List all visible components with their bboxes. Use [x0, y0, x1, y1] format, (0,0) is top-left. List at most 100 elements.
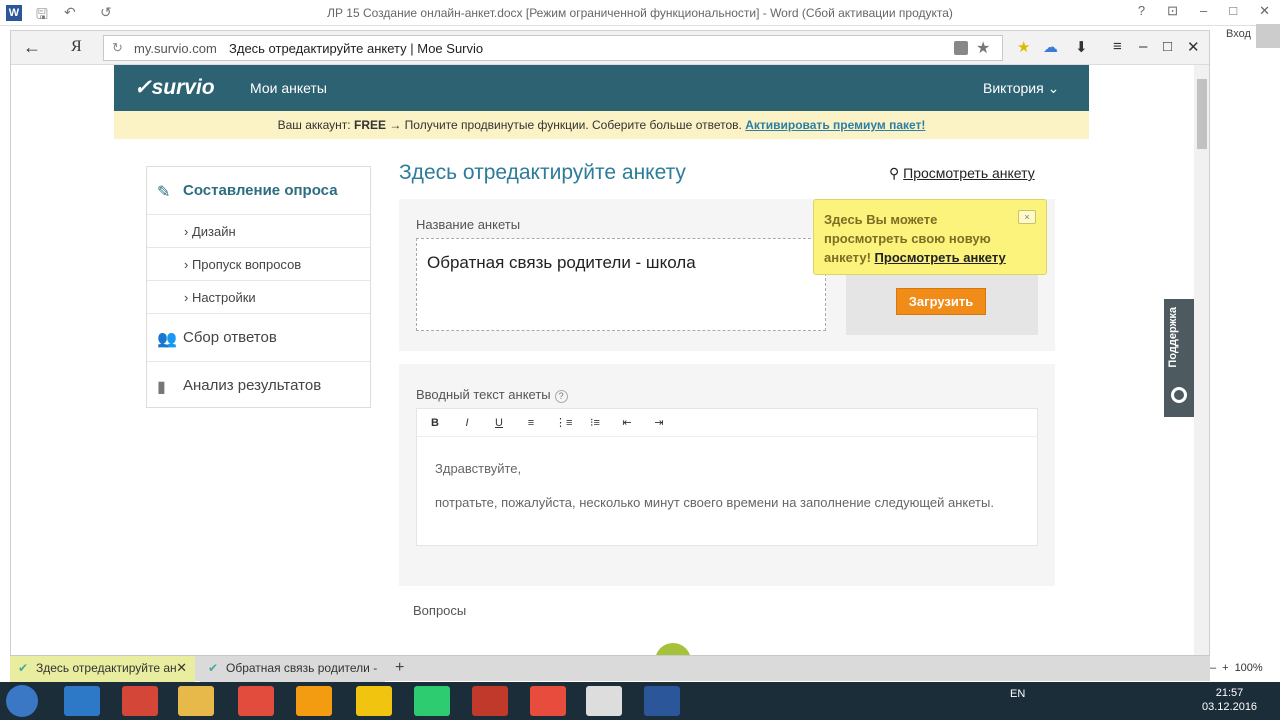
- bullet-list-icon[interactable]: ⋮≡: [555, 416, 572, 429]
- support-tab[interactable]: Поддержка: [1164, 299, 1194, 417]
- help-button[interactable]: ?: [1138, 3, 1145, 19]
- bookmark-star-icon[interactable]: ★: [976, 38, 990, 58]
- browser-navbar: ← Я ↻ my.survio.com Здесь отредактируйте…: [11, 31, 1209, 65]
- word-title: ЛР 15 Создание онлайн-анкет.docx [Режим …: [327, 6, 953, 20]
- scrollbar[interactable]: [1194, 65, 1209, 659]
- checkmark-icon: ✔: [18, 661, 29, 675]
- sidebar-item-analysis[interactable]: ▮ Анализ результатов: [147, 362, 370, 410]
- plan-badge: FREE: [353, 118, 386, 132]
- close-icon[interactable]: ×: [1018, 210, 1036, 224]
- sidebar-item-label: › Пропуск вопросов: [184, 257, 302, 272]
- word-titlebar: W 🖫 ↶ ↺ ЛР 15 Создание онлайн-анкет.docx…: [0, 0, 1280, 26]
- my-forms-link[interactable]: Мои анкеты: [250, 80, 327, 96]
- align-left-icon[interactable]: ≡: [523, 417, 539, 429]
- sidebar-item-design[interactable]: › Дизайн: [147, 215, 370, 248]
- sidebar-item-label: › Дизайн: [184, 224, 236, 239]
- italic-icon[interactable]: I: [459, 417, 475, 429]
- survio-logo[interactable]: ✓survio: [134, 75, 215, 100]
- address-bar[interactable]: ↻ my.survio.com Здесь отредактируйте анк…: [103, 35, 1003, 61]
- intro-section: Вводный текст анкеты? B I U ≡ ⋮≡ ⁝≡ ⇤ ⇥ …: [399, 364, 1055, 586]
- chrome-icon[interactable]: [122, 686, 158, 716]
- sidebar-item-label: Анализ результатов: [183, 377, 322, 394]
- tab-label: Здесь отредактируйте ан: [36, 661, 177, 675]
- yandex-icon[interactable]: Я: [71, 38, 82, 56]
- underline-icon[interactable]: U: [491, 417, 507, 429]
- zoom-in-button[interactable]: +: [1222, 662, 1228, 674]
- ribbon-button[interactable]: ⊡: [1167, 3, 1178, 19]
- yandex-icon[interactable]: [238, 686, 274, 716]
- bar-chart-icon: ▮: [157, 379, 166, 396]
- intro-label: Вводный текст анкеты?: [416, 387, 568, 403]
- browser-close[interactable]: ✕: [1187, 38, 1200, 56]
- avatar[interactable]: [1256, 24, 1280, 48]
- lock-icon[interactable]: [954, 41, 968, 55]
- word-taskbar-icon[interactable]: [644, 686, 680, 716]
- tab-label: Обратная связь родители -: [226, 661, 378, 675]
- banner-text: → Получите продвинутые функции. Соберите…: [389, 118, 742, 132]
- tooltip-preview-link[interactable]: Просмотреть анкету: [875, 250, 1006, 265]
- preview-link[interactable]: ⚲ Просмотреть анкету: [889, 165, 1035, 182]
- cloud-icon[interactable]: ☁: [1043, 38, 1058, 56]
- tray-lang[interactable]: EN: [1010, 688, 1025, 700]
- sidebar-item-skip[interactable]: › Пропуск вопросов: [147, 248, 370, 281]
- close-button[interactable]: ✕: [1259, 3, 1270, 19]
- extension-icon[interactable]: ★: [1017, 38, 1030, 56]
- browser-tabs: ✔ Здесь отредактируйте ан ✕ ✔ Обратная с…: [10, 655, 1210, 682]
- outdent-icon[interactable]: ⇤: [619, 416, 635, 429]
- sidebar-item-collect[interactable]: 👥 Сбор ответов: [147, 314, 370, 362]
- search-icon: ⚲: [889, 165, 900, 181]
- reload-icon[interactable]: ↻: [112, 40, 123, 56]
- back-button[interactable]: ←: [23, 37, 41, 58]
- form-name-input[interactable]: Обратная связь родители - школа: [416, 238, 826, 331]
- zoom-out-button[interactable]: –: [1210, 662, 1216, 674]
- yandex-browser-icon[interactable]: [586, 686, 622, 716]
- zoom-control: – + 100%: [1210, 662, 1263, 674]
- app-icon[interactable]: [356, 686, 392, 716]
- menu-icon[interactable]: ≡: [1113, 38, 1122, 55]
- sidebar: ✎ Составление опроса › Дизайн › Пропуск …: [146, 166, 371, 408]
- banner-prefix: Ваш аккаунт:: [277, 118, 351, 132]
- browser-maximize[interactable]: □: [1163, 38, 1172, 55]
- account-banner: Ваш аккаунт: FREE → Получите продвинутые…: [114, 111, 1089, 139]
- minimize-button[interactable]: –: [1200, 3, 1207, 19]
- at-icon[interactable]: [414, 686, 450, 716]
- tab-edit-form[interactable]: ✔ Здесь отредактируйте ан ✕: [10, 656, 195, 682]
- clock[interactable]: 21:57 03.12.2016: [1202, 686, 1257, 714]
- sidebar-item-label: Сбор ответов: [183, 329, 277, 346]
- download-icon[interactable]: ⬇: [1075, 38, 1088, 56]
- sidebar-item-compose[interactable]: ✎ Составление опроса: [147, 167, 370, 215]
- bold-icon[interactable]: B: [427, 417, 443, 429]
- browser-window: ← Я ↻ my.survio.com Здесь отредактируйте…: [10, 30, 1210, 660]
- login-link[interactable]: Вход: [1226, 28, 1251, 40]
- vlc-icon[interactable]: [296, 686, 332, 716]
- ie-icon[interactable]: [64, 686, 100, 716]
- explorer-icon[interactable]: [178, 686, 214, 716]
- media-icon[interactable]: [530, 686, 566, 716]
- indent-icon[interactable]: ⇥: [651, 416, 667, 429]
- taskbar: EN 21:57 03.12.2016: [0, 682, 1280, 720]
- numbered-list-icon[interactable]: ⁝≡: [587, 416, 603, 429]
- flash-icon[interactable]: [472, 686, 508, 716]
- new-tab-button[interactable]: +: [395, 659, 404, 677]
- intro-editor[interactable]: B I U ≡ ⋮≡ ⁝≡ ⇤ ⇥ Здравствуйте, потратьт…: [416, 408, 1038, 546]
- help-icon[interactable]: ?: [554, 390, 568, 403]
- maximize-button[interactable]: □: [1229, 3, 1237, 19]
- sidebar-item-label: Составление опроса: [183, 182, 338, 199]
- users-icon: 👥: [157, 331, 177, 348]
- survio-header: ✓survio Мои анкеты Виктория ⌄: [114, 65, 1089, 111]
- upload-button[interactable]: Загрузить: [896, 288, 986, 315]
- scrollbar-thumb[interactable]: [1197, 79, 1207, 149]
- browser-minimize[interactable]: –: [1139, 38, 1147, 55]
- sidebar-item-settings[interactable]: › Настройки: [147, 281, 370, 314]
- editor-toolbar: B I U ≡ ⋮≡ ⁝≡ ⇤ ⇥: [417, 409, 1037, 437]
- user-menu[interactable]: Виктория ⌄: [983, 80, 1059, 97]
- intro-text-line: Здравствуйте,: [435, 461, 522, 476]
- close-tab-icon[interactable]: ✕: [176, 660, 187, 676]
- preview-tooltip: Здесь Вы можете просмотреть свою новую а…: [813, 199, 1047, 275]
- start-button[interactable]: [6, 685, 38, 717]
- form-name-label: Название анкеты: [416, 217, 521, 232]
- premium-link[interactable]: Активировать премиум пакет!: [745, 118, 925, 132]
- tab-feedback-form[interactable]: ✔ Обратная связь родители -: [200, 656, 385, 682]
- pencil-icon: ✎: [157, 184, 171, 201]
- questions-label: Вопросы: [413, 603, 467, 618]
